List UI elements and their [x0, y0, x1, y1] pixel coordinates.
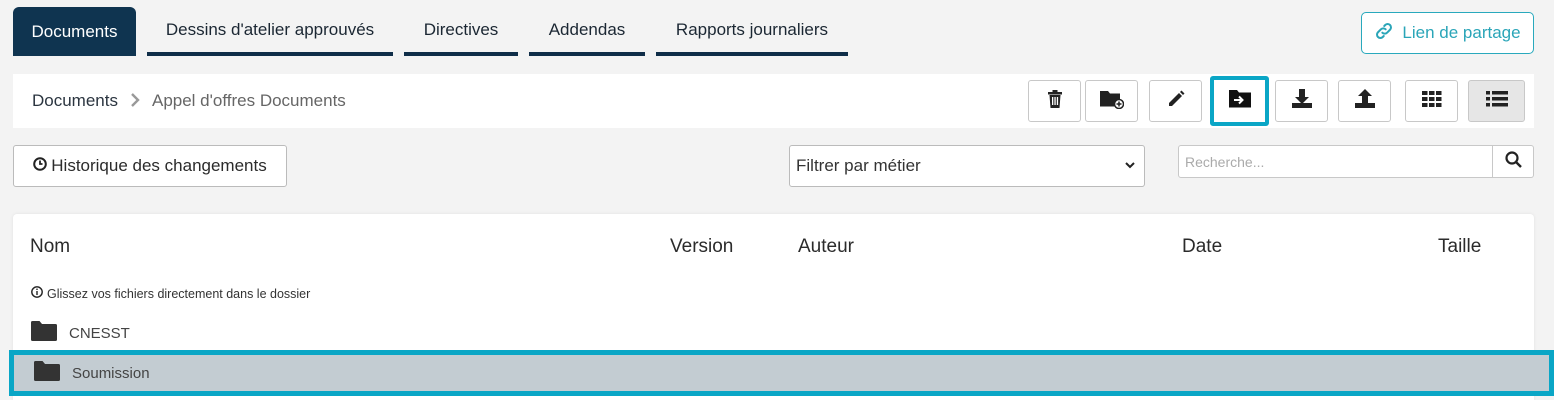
column-date[interactable]: Date: [1182, 236, 1222, 258]
new-folder-button[interactable]: [1085, 80, 1138, 122]
search-group: [1178, 145, 1534, 178]
column-version[interactable]: Version: [670, 236, 733, 258]
folder-row[interactable]: CNESST: [31, 321, 130, 345]
trash-icon: [1047, 89, 1063, 113]
folder-plus-icon: [1099, 89, 1124, 114]
tab-approved-shop-drawings[interactable]: Dessins d'atelier approuvés: [147, 7, 393, 56]
breadcrumb-root[interactable]: Documents: [32, 91, 118, 111]
share-link-label: Lien de partage: [1402, 23, 1521, 42]
folder-icon: [34, 361, 60, 385]
breadcrumb-current: Appel d'offres Documents: [151, 91, 346, 110]
tab-bar: Documents Dessins d'atelier approuvés Di…: [13, 7, 859, 56]
search-button[interactable]: [1493, 145, 1534, 178]
tab-documents[interactable]: Documents: [13, 7, 136, 56]
rename-button[interactable]: [1149, 80, 1202, 122]
column-author[interactable]: Auteur: [798, 236, 854, 258]
column-name[interactable]: Nom: [30, 236, 70, 258]
download-icon: [1291, 88, 1313, 114]
chevron-right-icon: [130, 92, 140, 110]
share-link-button[interactable]: Lien de partage: [1361, 12, 1534, 54]
tab-addendas[interactable]: Addendas: [529, 7, 645, 56]
column-size[interactable]: Taille: [1438, 236, 1481, 258]
tab-directives[interactable]: Directives: [404, 7, 518, 56]
drag-drop-hint: Glissez vos fichiers directement dans le…: [31, 286, 310, 301]
trade-filter-value: Filtrer par métier: [796, 156, 921, 175]
history-button[interactable]: Historique des changements: [13, 145, 287, 187]
info-icon: [31, 286, 43, 301]
grid-view-button[interactable]: [1405, 80, 1458, 122]
folder-icon: [31, 321, 57, 345]
link-icon: [1374, 21, 1394, 46]
tab-daily-reports[interactable]: Rapports journaliers: [656, 7, 848, 56]
search-input[interactable]: [1178, 145, 1493, 178]
grid-icon: [1421, 90, 1442, 112]
breadcrumb: Documents Appel d'offres Documents: [32, 91, 346, 111]
folder-row-label: Soumission: [72, 364, 150, 382]
chevron-down-icon: [1124, 158, 1136, 179]
upload-button[interactable]: [1338, 80, 1391, 122]
folder-row-label: CNESST: [69, 324, 130, 342]
download-button[interactable]: [1275, 80, 1328, 122]
pencil-icon: [1166, 89, 1186, 114]
move-button[interactable]: [1210, 76, 1269, 126]
search-icon: [1504, 150, 1522, 173]
folder-row-selected[interactable]: Soumission: [9, 350, 1554, 396]
delete-button[interactable]: [1028, 80, 1081, 122]
upload-icon: [1354, 88, 1376, 114]
folder-move-icon: [1228, 89, 1251, 113]
list-view-button[interactable]: [1468, 80, 1525, 122]
list-icon: [1485, 90, 1508, 112]
drag-drop-hint-text: Glissez vos fichiers directement dans le…: [47, 286, 311, 301]
breadcrumb-toolbar: Documents Appel d'offres Documents: [13, 74, 1534, 128]
trade-filter-select[interactable]: Filtrer par métier: [789, 145, 1145, 187]
clock-icon: [33, 156, 48, 176]
history-label: Historique des changements: [51, 156, 267, 175]
